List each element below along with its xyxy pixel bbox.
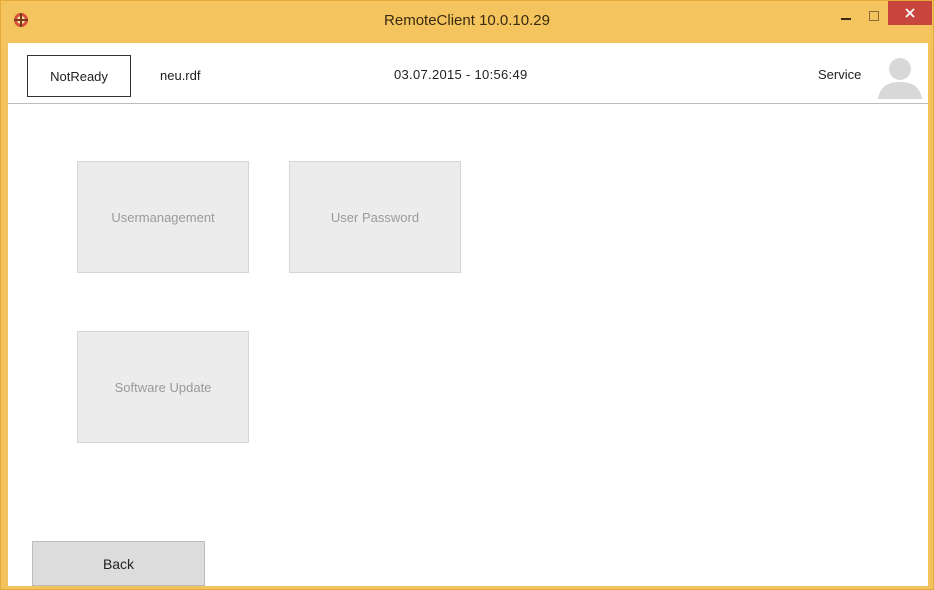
maximize-button[interactable] xyxy=(861,1,887,31)
usermanagement-label: Usermanagement xyxy=(111,209,215,225)
user-role-label: Service xyxy=(818,67,862,82)
app-window: RemoteClient 10.0.10.29 NotReady neu.rdf… xyxy=(0,0,934,590)
back-button[interactable]: Back xyxy=(32,541,205,586)
user-avatar-icon[interactable] xyxy=(876,55,924,99)
user-password-button[interactable]: User Password xyxy=(289,161,461,273)
user-password-label: User Password xyxy=(330,209,420,225)
file-name: neu.rdf xyxy=(160,68,201,83)
minimize-icon xyxy=(841,18,851,20)
status-badge: NotReady xyxy=(27,55,131,97)
title-bar[interactable]: RemoteClient 10.0.10.29 xyxy=(1,1,933,43)
window-title: RemoteClient 10.0.10.29 xyxy=(384,12,550,29)
maximize-icon xyxy=(869,11,879,21)
status-header: NotReady neu.rdf 03.07.2015 - 10:56:49 S… xyxy=(8,43,928,104)
software-update-button[interactable]: Software Update xyxy=(77,331,249,443)
date-time: 03.07.2015 - 10:56:49 xyxy=(394,67,528,82)
usermanagement-button[interactable]: Usermanagement xyxy=(77,161,249,273)
client-area: NotReady neu.rdf 03.07.2015 - 10:56:49 S… xyxy=(8,43,928,586)
minimize-button[interactable] xyxy=(833,1,859,31)
close-icon xyxy=(905,8,915,18)
software-update-label: Software Update xyxy=(114,379,212,395)
close-button[interactable] xyxy=(888,1,932,25)
back-label: Back xyxy=(102,555,135,572)
